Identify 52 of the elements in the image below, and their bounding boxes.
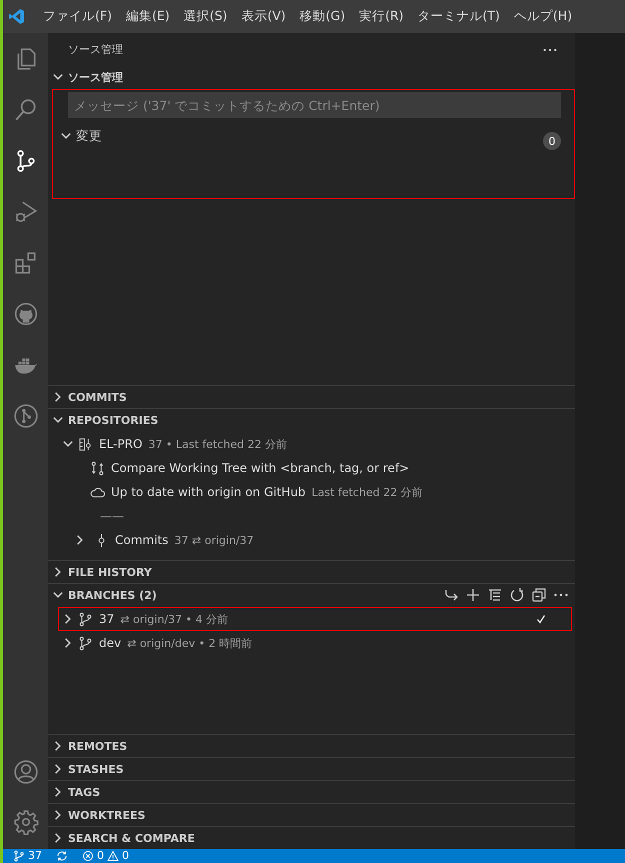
- menu-item[interactable]: 編集(E): [126, 8, 170, 25]
- compare-icon: [90, 460, 105, 476]
- changes-group[interactable]: 変更: [60, 125, 500, 147]
- tree-item[interactable]: Compare Working Tree with <branch, tag, or ref>: [48, 456, 575, 480]
- error-icon[interactable]: [82, 850, 94, 862]
- more-actions-icon[interactable]: [543, 48, 557, 52]
- account-icon[interactable]: [12, 759, 38, 785]
- search-icon[interactable]: [12, 96, 38, 122]
- separator-text: ——: [99, 508, 125, 525]
- repository-icon: [78, 436, 93, 452]
- section-header[interactable]: REPOSITORIES: [48, 408, 575, 431]
- list-tree-icon[interactable]: [487, 587, 503, 603]
- app-logo-icon: [8, 8, 25, 25]
- warning-count[interactable]: 0: [122, 849, 129, 863]
- sync-icon[interactable]: [56, 850, 68, 862]
- collapse-all-icon[interactable]: [531, 587, 547, 603]
- tree-item[interactable]: Commits 37 ⇄ origin/37: [48, 528, 575, 552]
- menu-item[interactable]: 移動(G): [300, 8, 346, 25]
- section-header[interactable]: COMMITS: [48, 385, 575, 408]
- section-header[interactable]: BRANCHES (2): [48, 584, 157, 606]
- sidebar-title: ソース管理: [68, 42, 123, 57]
- commit-message-field[interactable]: メッセージ ('37' でコミットするための Ctrl+Enter): [68, 92, 561, 118]
- tree-item[interactable]: Up to date with origin on GitHub Last fetched 22 分前: [48, 480, 575, 504]
- menu-item[interactable]: 実行(R): [359, 8, 404, 25]
- section-header[interactable]: TAGS: [48, 780, 575, 803]
- section-header[interactable]: REMOTES: [48, 734, 575, 757]
- section-header[interactable]: STASHES: [48, 757, 575, 780]
- extensions-icon[interactable]: [12, 250, 38, 276]
- section-header[interactable]: ソース管理: [48, 66, 575, 88]
- refresh-icon[interactable]: [509, 587, 525, 603]
- github-icon[interactable]: [12, 300, 38, 326]
- branch-name[interactable]: 37: [28, 849, 42, 863]
- menu-item[interactable]: 選択(S): [184, 8, 228, 25]
- git-graph-icon[interactable]: [12, 402, 38, 428]
- branch-item[interactable]: dev ⇄ origin/dev • 2 時間前: [48, 631, 574, 655]
- section-header[interactable]: WORKTREES: [48, 803, 575, 826]
- branch-icon[interactable]: [13, 850, 25, 862]
- menu-item[interactable]: ターミナル(T): [418, 8, 500, 25]
- settings-icon[interactable]: [12, 809, 38, 835]
- switch-arrow-icon[interactable]: [443, 587, 459, 603]
- error-count[interactable]: 0: [97, 849, 104, 863]
- menu-item[interactable]: ファイル(F): [43, 8, 112, 25]
- plus-icon[interactable]: [465, 587, 481, 603]
- warning-icon[interactable]: [107, 850, 119, 862]
- menu-item[interactable]: ヘルプ(H): [514, 8, 572, 25]
- section-header[interactable]: FILE HISTORY: [48, 560, 575, 583]
- branch-icon: [78, 612, 93, 626]
- repository-item[interactable]: EL-PRO 37 • Last fetched 22 分前: [48, 432, 575, 456]
- branch-item[interactable]: 37 ⇄ origin/37 • 4 分前: [48, 607, 574, 631]
- branch-icon: [78, 636, 93, 650]
- count-badge: 0: [543, 132, 561, 150]
- menu-item[interactable]: 表示(V): [241, 8, 286, 25]
